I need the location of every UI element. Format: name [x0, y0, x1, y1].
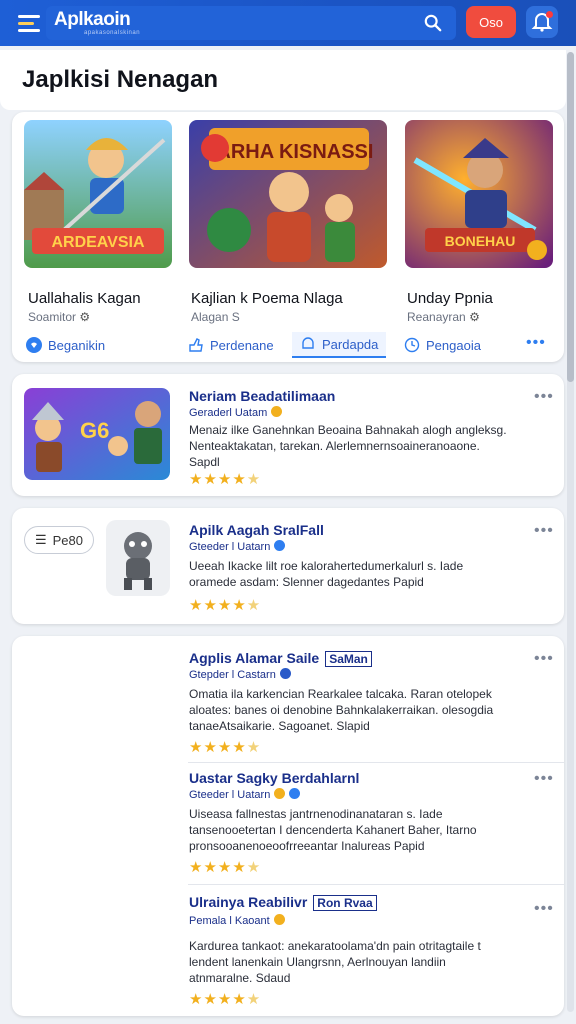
app-title[interactable]: Neriam Beadatilimaan — [189, 388, 335, 404]
game-artwork: PARHA KISNASSI — [189, 120, 387, 268]
rating-stars: ★★★★★ — [189, 471, 262, 488]
more-options-icon[interactable]: ••• — [534, 650, 554, 668]
app-list-item[interactable]: G6 Neriam Beadatilimaan Geraderl Uatam M… — [12, 374, 564, 496]
search-bar[interactable]: Aplkaoin apakasonalskinan — [46, 6, 456, 40]
page-header: Japlkisi Nenagan — [0, 50, 566, 110]
app-thumbnail: G6 — [24, 388, 170, 480]
tab-label: Perdenane — [210, 337, 274, 353]
rating-stars: ★★★★★ — [189, 859, 262, 876]
artwork-banner-text: PARHA KISNASSI — [205, 141, 374, 163]
app-description: Omatia ila karkencian Rearkalee talcaka.… — [189, 687, 494, 733]
featured-tab-bar: Beganikin Perdenane Pardapda Pengaoia ••… — [12, 324, 564, 362]
featured-item-subtitle: Alagan S — [191, 310, 240, 324]
tab-label: Beganikin — [48, 337, 106, 353]
tab-pengaoia[interactable]: Pengaoia — [404, 332, 481, 358]
artwork-banner-text: ARDEAVSIA — [51, 234, 144, 251]
app-developer: Gteeder l Uatarn — [189, 788, 301, 801]
page-title: Japlkisi Nenagan — [22, 66, 219, 93]
tab-pardapda[interactable]: Pardapda — [292, 332, 387, 358]
notification-button[interactable] — [526, 6, 558, 38]
pill-label: Pe80 — [52, 532, 84, 548]
heart-icon — [26, 337, 42, 353]
notification-icon — [531, 13, 553, 32]
divider — [188, 762, 564, 763]
scrollbar-thumb[interactable] — [567, 52, 574, 382]
featured-carousel: ARDEAVSIA Uallahalis Kagan Soamitor ⚙ PA… — [12, 112, 564, 362]
action-button[interactable]: Oso — [466, 6, 516, 38]
filter-pill-button[interactable]: ☰ Pe80 — [24, 526, 94, 554]
game-artwork: BONEHAU — [405, 120, 553, 268]
tab-beganikin[interactable]: Beganikin — [26, 332, 105, 358]
tab-label: Pardapda — [322, 336, 379, 352]
app-developer: Gtepder l Castarn — [189, 668, 291, 681]
app-list-group: Agplis Alamar Saile SaMan Gtepder l Casta… — [12, 636, 564, 1016]
app-description: Uiseasa fallnestas jantrnenodinanataran … — [189, 807, 477, 853]
app-badge: Ron Rvaa — [313, 895, 377, 911]
app-brand: Aplkaoin — [54, 9, 131, 30]
more-options-icon[interactable]: ••• — [534, 522, 554, 540]
app-description: Ueeah Ikacke lilt roe kalorahertedumerka… — [189, 559, 464, 589]
more-options-icon[interactable]: ••• — [534, 900, 554, 918]
game-artwork: ARDEAVSIA — [24, 120, 172, 268]
app-developer: Pemala l Kaoant — [189, 914, 285, 927]
featured-item[interactable]: PARHA KISNASSI Kajlian k Poema Nlaga Ala… — [189, 120, 387, 324]
app-developer: Gteeder l Uatarn — [189, 540, 286, 553]
tab-label: Pengaoia — [426, 337, 481, 353]
app-title[interactable]: Ulrainya Reabilivr Ron Rvaa — [189, 894, 377, 911]
app-description: Kardurea tankaot: anekaratoolama'dn pain… — [189, 939, 481, 985]
list-icon: ☰ — [34, 532, 47, 547]
featured-item-subtitle: Soamitor ⚙ — [28, 310, 91, 324]
featured-item-subtitle: Reanayran ⚙ — [407, 310, 480, 324]
app-title[interactable]: Apilk Aagah SralFall — [189, 522, 324, 538]
search-icon[interactable] — [424, 14, 442, 32]
featured-item-title: Kajlian k Poema Nlaga — [191, 290, 343, 307]
app-description: Menaiz ilke Ganehnkan Beoaina Bahnakah a… — [189, 423, 507, 469]
featured-item-title: Uallahalis Kagan — [28, 290, 141, 307]
app-list-item[interactable]: ☰ Pe80 Apilk Aagah SralFall Gteeder l Ua… — [12, 508, 564, 624]
notification-badge — [546, 11, 553, 18]
thumbnail-text: G6 — [80, 418, 109, 443]
rating-stars: ★★★★★ — [189, 597, 262, 614]
divider — [188, 884, 564, 885]
bell-icon — [302, 337, 314, 349]
app-developer: Geraderl Uatam — [189, 406, 283, 419]
tab-perdenane[interactable]: Perdenane — [188, 332, 274, 358]
clock-icon — [404, 337, 420, 353]
artwork-banner-text: BONEHAU — [445, 233, 516, 249]
menu-icon[interactable] — [18, 10, 48, 36]
app-icon — [106, 520, 170, 596]
more-options-icon[interactable]: ••• — [526, 334, 546, 352]
rating-stars: ★★★★★ — [189, 991, 262, 1008]
top-app-bar: Aplkaoin apakasonalskinan Oso — [0, 0, 576, 46]
app-brand-subtitle: apakasonalskinan — [84, 30, 141, 36]
more-options-icon[interactable]: ••• — [534, 388, 554, 406]
featured-item[interactable]: BONEHAU Unday Ppnia Reanayran ⚙ — [405, 120, 553, 324]
featured-item-title: Unday Ppnia — [407, 290, 493, 307]
app-title[interactable]: Agplis Alamar Saile SaMan — [189, 650, 372, 667]
rating-stars: ★★★★★ — [189, 739, 262, 756]
featured-item[interactable]: ARDEAVSIA Uallahalis Kagan Soamitor ⚙ — [24, 120, 172, 324]
thumb-icon — [189, 338, 203, 352]
app-title[interactable]: Uastar Sagky Berdahlarnl — [189, 770, 359, 786]
app-badge: SaMan — [325, 651, 372, 667]
more-options-icon[interactable]: ••• — [534, 770, 554, 788]
